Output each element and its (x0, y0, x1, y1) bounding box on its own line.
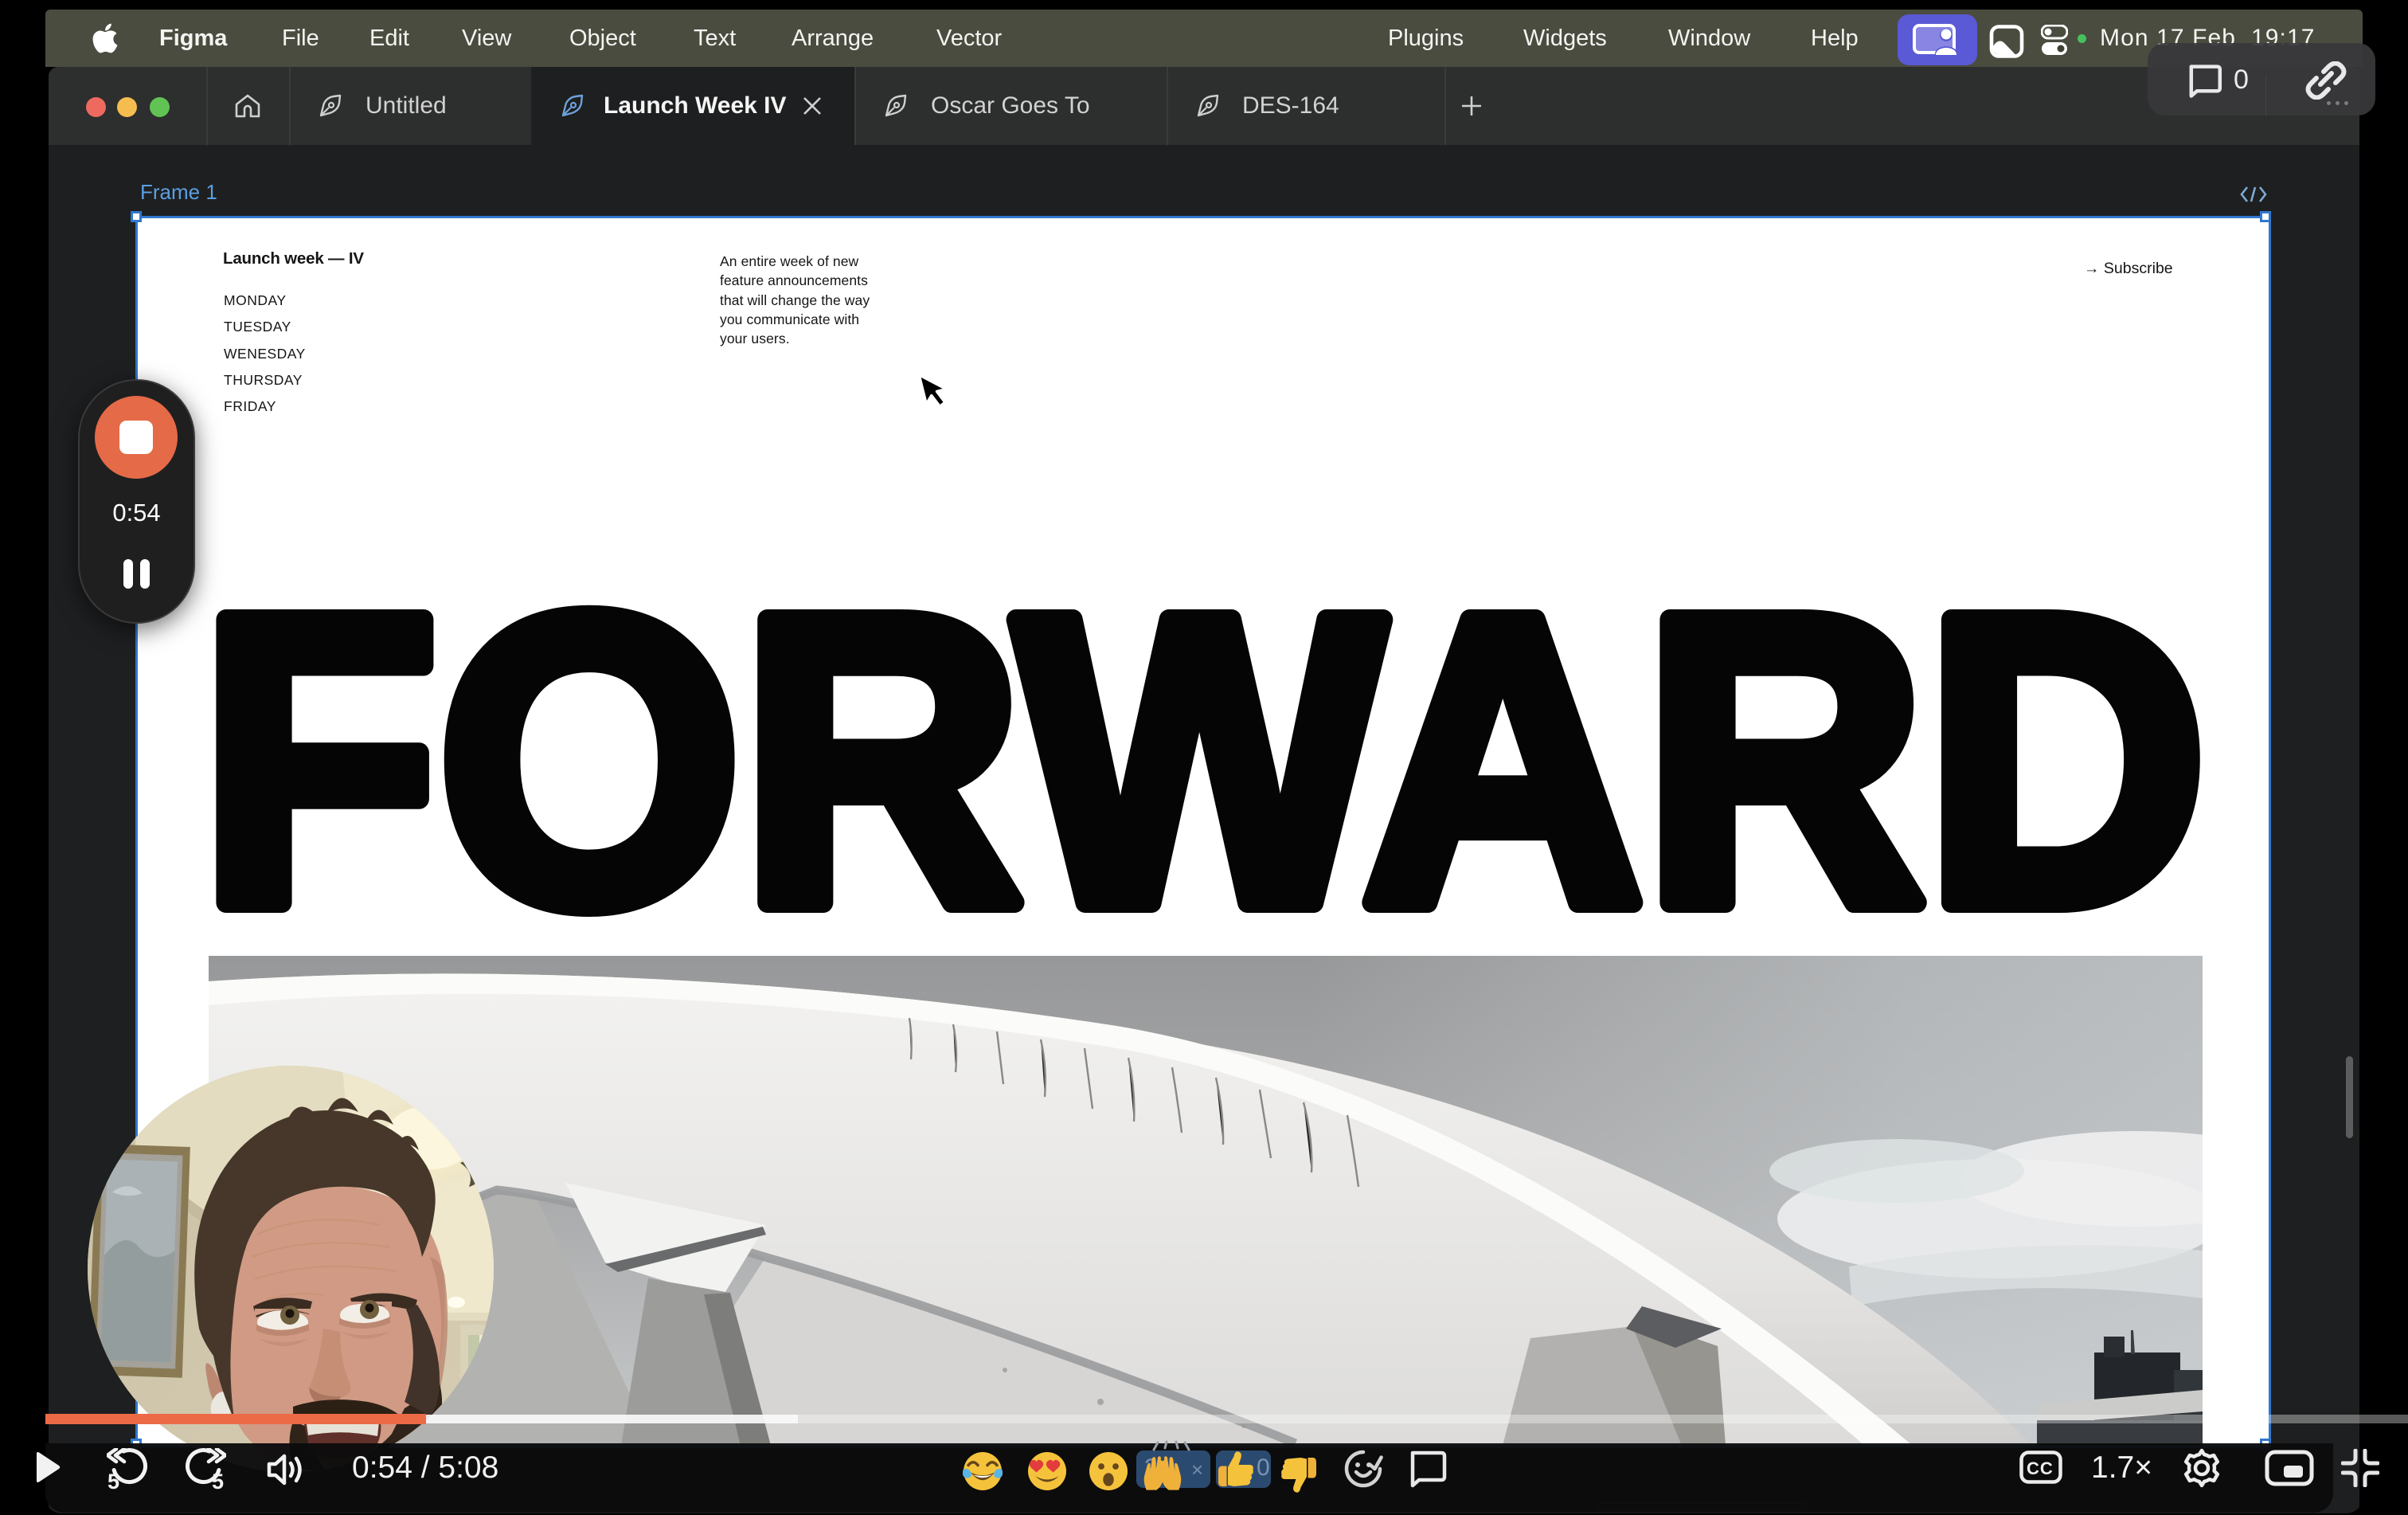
svg-text:5: 5 (212, 1470, 224, 1490)
svg-text:5: 5 (108, 1470, 119, 1490)
svg-text:CC: CC (2027, 1458, 2054, 1478)
